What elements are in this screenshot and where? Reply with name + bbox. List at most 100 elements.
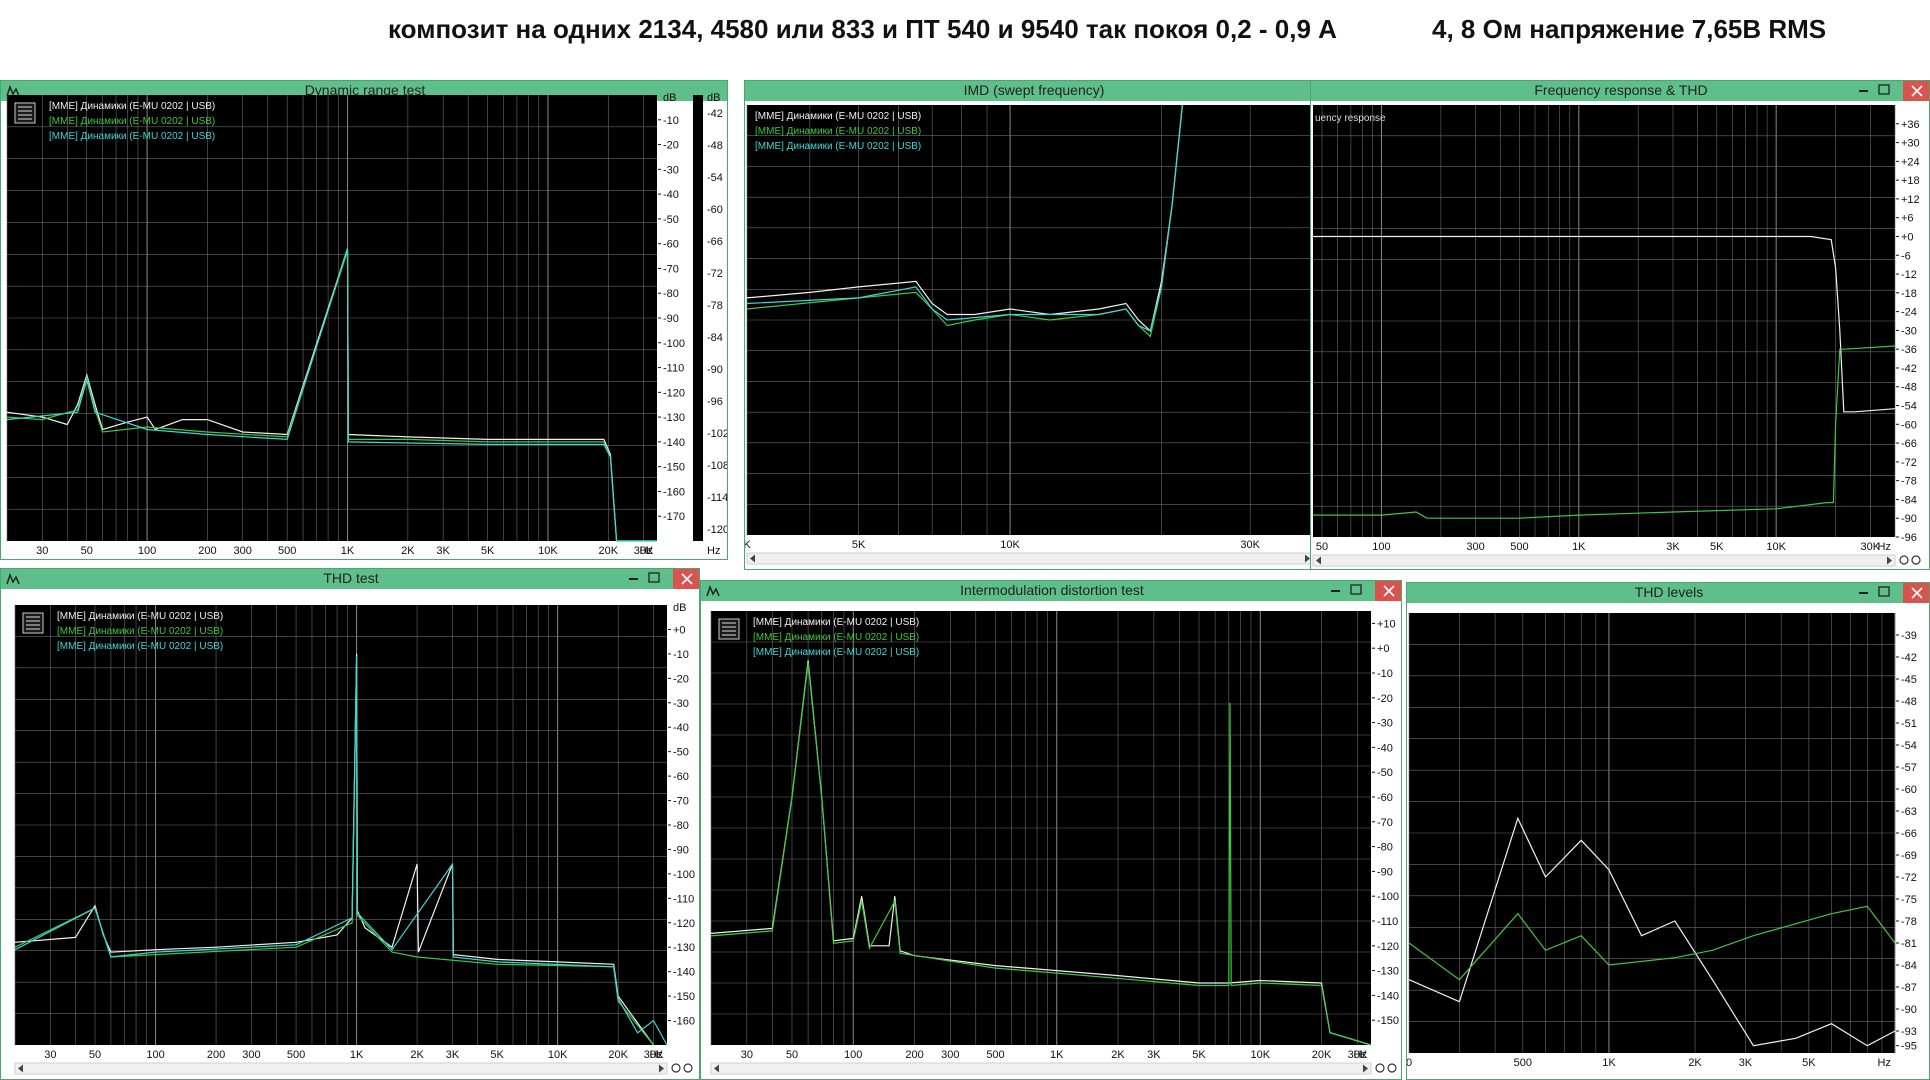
y-tick-label: -69 (1901, 850, 1917, 862)
legend-toggle-icon[interactable] (718, 618, 740, 640)
chart-svg-freq-response: Frequency response & THD uency response +3… (1311, 81, 1930, 567)
x-tick-label: 100 (844, 1049, 862, 1061)
zoom-out-icon[interactable] (683, 1063, 693, 1073)
secondary-y-tick: -102 (707, 428, 728, 440)
horizontal-scrollbar[interactable] (14, 1062, 668, 1075)
x-tick-label: 1K (350, 1049, 364, 1061)
panel-thd-test: THD test [MME] Динамики (E-MU 0202 | USB)… (0, 568, 700, 1080)
chart-svg-thd-levels: THD levels -39 -42 -45 -48 -51 -54 -57 -60 -63 -66… (1407, 583, 1930, 1069)
horizontal-scrollbar[interactable] (1312, 554, 1896, 567)
close-button[interactable] (1903, 81, 1930, 101)
y-unit-label: dB (673, 602, 686, 614)
y-tick-label: -80 (663, 288, 679, 300)
horizontal-scrollbar[interactable] (710, 1062, 1372, 1075)
y-tick-label: +0 (673, 624, 686, 636)
zoom-out-icon[interactable] (1911, 555, 1921, 565)
y-tick-label: -78 (1901, 476, 1917, 488)
panel-title: Frequency response & THD (1534, 82, 1707, 98)
y-tick-label: +10 (1377, 618, 1396, 630)
minimize-icon[interactable] (1859, 592, 1868, 594)
y-tick-label: -20 (673, 673, 689, 685)
y-tick-label: -87 (1901, 982, 1917, 994)
zoom-in-icon[interactable] (1899, 555, 1909, 565)
x-tick-label: 30 (36, 545, 48, 557)
secondary-scale-strip (693, 95, 703, 541)
x-tick-label: 5K (490, 1049, 504, 1061)
y-tick-label: -48 (1901, 382, 1917, 394)
y-tick-label: +6 (1901, 213, 1914, 225)
x-tick-label: 2K (401, 545, 415, 557)
x-tick-label: 50 (786, 1049, 798, 1061)
legend-entry: [MME] Динамики (E-MU 0202 | USB) (755, 126, 921, 137)
x-tick-label: 3K (1666, 541, 1680, 553)
y-tick-label: -40 (663, 189, 679, 201)
close-button[interactable] (673, 569, 700, 589)
y-tick-label: -57 (1901, 762, 1917, 774)
y-tick-label: -90 (663, 313, 679, 325)
panel-dynamic-range: Dynamic range test [MME] Динамики (E-MU 0… (0, 80, 728, 560)
secondary-y-tick: -54 (707, 172, 723, 184)
x-tick-label: 5K (1802, 1057, 1816, 1069)
x-tick-label: 3K (436, 545, 450, 557)
x-unit-label: Hz (650, 1049, 663, 1061)
y-tick-label: -6 (1901, 250, 1911, 262)
x-tick-label: 30K (1240, 539, 1260, 551)
x-tick-label: 1K (341, 545, 355, 557)
x-tick-label: 300 (242, 1049, 260, 1061)
legend-toggle-icon[interactable] (22, 612, 44, 634)
y-tick-label: -30 (663, 164, 679, 176)
y-tick-label: -140 (673, 967, 695, 979)
x-tick-label: 500 (278, 545, 296, 557)
legend-entry: [MME] Динамики (E-MU 0202 | USB) (753, 617, 919, 628)
y-tick-label: -66 (1901, 438, 1917, 450)
legend-toggle-icon[interactable] (14, 102, 36, 124)
y-tick-label: -20 (663, 140, 679, 152)
y-tick-label: -110 (673, 893, 694, 905)
y-tick-label: +12 (1901, 194, 1920, 206)
x-tick-label: 2K (1688, 1057, 1702, 1069)
minimize-icon[interactable] (1331, 590, 1340, 592)
zoom-out-icon[interactable] (1387, 1063, 1397, 1073)
y-tick-label: -12 (1901, 269, 1917, 281)
y-tick-label: -84 (1901, 960, 1917, 972)
zoom-in-icon[interactable] (1375, 1063, 1385, 1073)
y-tick-label: -40 (673, 722, 689, 734)
secondary-y-tick: -72 (707, 268, 723, 280)
zoom-in-icon[interactable] (671, 1063, 681, 1073)
y-tick-label: +36 (1901, 119, 1920, 131)
secondary-y-tick: -84 (707, 332, 723, 344)
y-tick-label: -48 (1901, 696, 1917, 708)
close-button[interactable] (1375, 581, 1402, 601)
y-tick-label: -120 (673, 918, 695, 930)
panel-imd-swept: IMD (swept frequency) [MME] Динамики (E-M… (744, 80, 1322, 570)
close-button[interactable] (1903, 583, 1930, 603)
y-tick-label: -50 (663, 214, 679, 226)
y-tick-label: -72 (1901, 872, 1917, 884)
y-tick-label: -80 (1377, 842, 1393, 854)
x-tick-label: 10K (548, 1049, 568, 1061)
panel-title: THD levels (1635, 584, 1703, 600)
minimize-icon[interactable] (1859, 90, 1868, 92)
secondary-y-unit: dB (707, 92, 720, 104)
minimize-icon[interactable] (629, 578, 638, 580)
y-tick-label: -30 (1377, 718, 1393, 730)
y-tick-label: -150 (1377, 1015, 1399, 1027)
y-tick-label: -130 (673, 942, 695, 954)
y-tick-label: -100 (673, 869, 695, 881)
y-tick-label: -140 (663, 437, 685, 449)
secondary-y-tick: -90 (707, 364, 723, 376)
y-tick-label: -42 (1901, 652, 1917, 664)
x-tick-label: 20K (598, 545, 618, 557)
x-tick-label: 100 (1372, 541, 1390, 553)
x-tick-label: 100 (138, 545, 156, 557)
y-tick-label: -150 (663, 462, 685, 474)
chart-svg-dynamic-range: Dynamic range test[MME] Динамики (E-MU 0… (1, 81, 728, 557)
y-tick-label: -160 (673, 1016, 695, 1028)
horizontal-scrollbar[interactable] (746, 552, 1314, 565)
y-tick-label: -110 (1377, 916, 1398, 928)
secondary-y-tick: -120 (707, 524, 728, 536)
legend-entry: [MME] Динамики (E-MU 0202 | USB) (753, 647, 919, 658)
y-tick-label: -60 (663, 239, 679, 251)
x-tick-label: 30 (44, 1049, 56, 1061)
y-tick-label: -90 (673, 844, 689, 856)
